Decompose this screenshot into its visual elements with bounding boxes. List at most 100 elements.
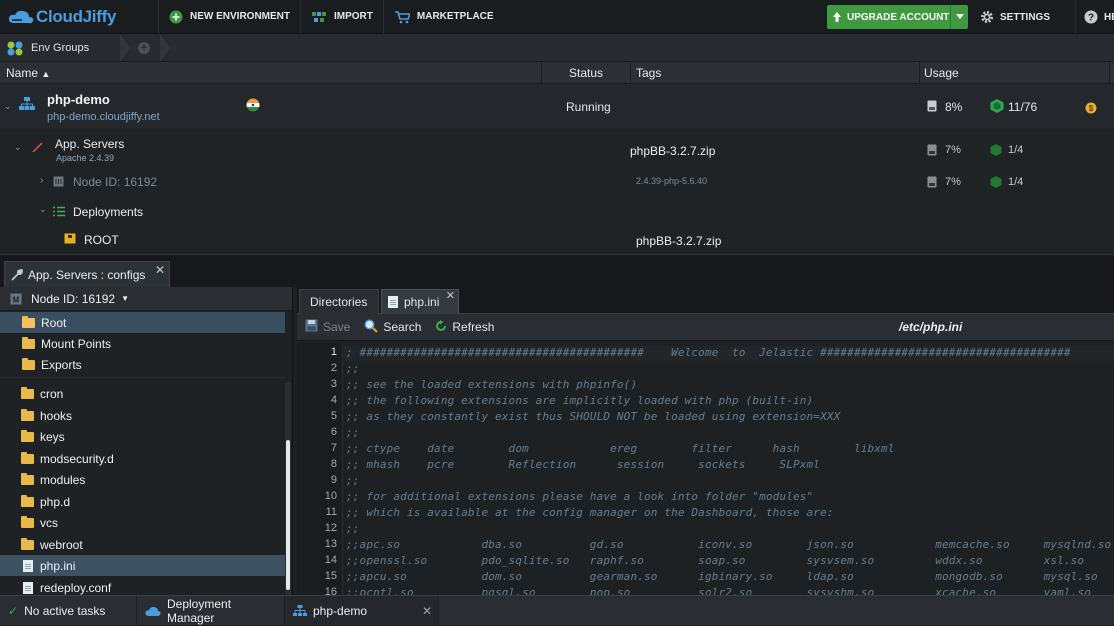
new-environment-button[interactable]: NEW ENVIRONMENT [158, 0, 300, 34]
tree-item-root[interactable]: Root [0, 312, 285, 333]
plus-circle-icon [169, 10, 183, 24]
tree-scrollbar[interactable] [285, 382, 291, 595]
tree-item-label: hooks [40, 408, 73, 423]
tree-item-webroot[interactable]: webroot [0, 534, 285, 555]
settings-button[interactable]: SETTINGS [980, 0, 1050, 34]
chevron-down-icon[interactable] [950, 5, 968, 29]
folder-icon [21, 537, 34, 550]
code-line[interactable]: ;; see the loaded extensions with phpinf… [346, 378, 637, 391]
app-servers-row[interactable]: ⌄ App. Servers Apache 2.4.39 phpBB-3.2.7… [0, 131, 1114, 164]
logo[interactable]: CloudJiffy [6, 7, 146, 27]
search-button[interactable]: Search [364, 319, 421, 336]
tab-app-servers-configs[interactable]: App. Servers : configs ✕ [4, 261, 170, 288]
tree-item-cron[interactable]: cron [0, 383, 285, 404]
code-editor[interactable]: 1 2 3 4 5 6 7 8 9 10 11 12 13 14 15 16 ; ##############… [297, 343, 1114, 595]
tree-item-vcs[interactable]: vcs [0, 512, 285, 533]
column-status[interactable]: Status [542, 62, 631, 84]
deployment-manager-label: Deployment Manager [167, 596, 232, 625]
tasks-status[interactable]: ✓ No active tasks [0, 595, 137, 626]
node-cloudlets: 1/4 [1008, 176, 1024, 188]
tree-item-modsecurity[interactable]: modsecurity.d [0, 448, 285, 469]
folder-icon [21, 386, 34, 399]
env-domain-link[interactable]: php-demo.cloudjiffy.net [47, 111, 160, 123]
node-icon: M [10, 293, 22, 305]
close-icon[interactable]: ✕ [446, 289, 455, 302]
tree-item-label: modules [40, 472, 86, 487]
tab-directories[interactable]: Directories [299, 289, 379, 314]
chevron-right-icon[interactable]: › [40, 175, 43, 186]
code-line[interactable]: ;;apcu.so dom.so gearman.so igbinary.so … [346, 570, 1098, 583]
tree-item-php-d[interactable]: php.d [0, 491, 285, 512]
tab-php-ini-label: php.ini [404, 295, 440, 309]
tree-item-hooks[interactable]: hooks [0, 405, 285, 426]
add-group-icon[interactable]: + [138, 41, 150, 54]
env-groups-button[interactable]: Env Groups [0, 34, 120, 62]
tree-item-modules[interactable]: modules [0, 469, 285, 490]
save-label: Save [323, 320, 351, 334]
svg-text:M: M [13, 295, 20, 304]
tree-item-mount-points[interactable]: Mount Points [0, 333, 285, 354]
code-line[interactable]: ;; the following extensions are implicit… [346, 394, 813, 407]
billing-icon[interactable]: $ [1084, 100, 1098, 117]
svg-text:$: $ [1089, 104, 1094, 113]
marketplace-button[interactable]: MARKETPLACE [382, 0, 504, 34]
code-line[interactable]: ;; [346, 426, 360, 439]
tree-item-label: Root [41, 315, 67, 330]
close-icon[interactable]: ✕ [422, 604, 432, 618]
root-deployment-row[interactable]: ROOT phpBB-3.2.7.zip [0, 228, 1114, 254]
column-name[interactable]: Name ▲ [0, 62, 542, 84]
node-row[interactable]: › Node ID: 16192 2.4.39-php-5.6.40 7% 1/… [0, 168, 1114, 197]
deployments-row[interactable]: ⌄ Deployments [0, 198, 1114, 226]
import-button[interactable]: IMPORT [300, 0, 383, 34]
code-line[interactable]: ;; which is available at the config mana… [346, 506, 834, 519]
tree-item-label: php.ini [40, 558, 76, 573]
column-tags[interactable]: Tags [631, 62, 920, 84]
save-button[interactable]: Save [305, 319, 350, 335]
env-taskbar-tab[interactable]: php-demo ✕ [285, 595, 439, 626]
chevron-down-icon[interactable]: ⌄ [39, 204, 47, 215]
tree-item-php-ini[interactable]: php.ini [0, 555, 285, 576]
help-button[interactable]: ? HEL [1075, 0, 1114, 34]
tree-item-keys[interactable]: keys [0, 426, 285, 447]
node-selector[interactable]: M Node ID: 16192 ▼ [0, 287, 292, 311]
column-usage[interactable]: Usage [920, 62, 1110, 84]
upgrade-account-button[interactable]: UPGRADE ACCOUNT [827, 5, 968, 29]
env-name[interactable]: php-demo [47, 92, 110, 107]
code-line[interactable]: ; ######################################… [346, 346, 1071, 359]
close-icon[interactable]: ✕ [155, 263, 165, 277]
tree-scrollbar-thumb[interactable] [286, 440, 290, 590]
folder-icon [21, 451, 34, 464]
tree-item-label: Mount Points [41, 336, 112, 351]
file-icon [23, 581, 33, 594]
disk-icon [927, 100, 937, 115]
line-number: 5 [330, 410, 337, 422]
chevron-down-icon[interactable]: ⌄ [14, 142, 22, 153]
code-line[interactable]: ;; [346, 362, 360, 375]
env-row-php-demo[interactable]: ⌄ php-demo php-demo.cloudjiffy.net Runni… [0, 84, 1114, 130]
code-line[interactable]: ;; as they constantly exist thus SHOULD … [346, 410, 840, 423]
search-label: Search [383, 320, 422, 334]
editor-panel: Directories php.ini ✕ Save Search Refres… [297, 287, 1114, 595]
refresh-icon [435, 319, 447, 335]
column-tags-label: Tags [636, 66, 662, 80]
code-line[interactable]: ;; ctype date dom ereg filter hash libxm… [346, 442, 895, 455]
code-line[interactable]: ;;pcntl.so pgsql.so pop.so solr2.so sysv… [346, 586, 1091, 595]
tree-item-exports[interactable]: Exports [0, 354, 285, 375]
refresh-button[interactable]: Refresh [435, 319, 494, 335]
deployment-manager-button[interactable]: Deployment Manager [137, 595, 285, 626]
line-number: 6 [330, 426, 337, 438]
code-line[interactable]: ;; [346, 474, 360, 487]
node-disk: 7% [945, 176, 961, 188]
cloudlet-icon [989, 143, 1003, 160]
code-line[interactable]: ;;openssl.so pdo_sqlite.so raphf.so soap… [346, 554, 1084, 567]
code-line[interactable]: ;; for additional extensions please have… [346, 490, 813, 503]
chevron-down-icon[interactable]: ⌄ [4, 101, 12, 112]
column-status-label: Status [568, 66, 604, 80]
code-line[interactable]: ;; [346, 522, 360, 535]
tab-php-ini[interactable]: php.ini ✕ [381, 289, 459, 314]
top-bar: CloudJiffy NEW ENVIRONMENT IMPORT MARKET… [0, 0, 1114, 34]
code-line[interactable]: ;;apc.so dba.so gd.so iconv.so json.so m… [346, 538, 1111, 551]
column-usage-label: Usage [924, 66, 959, 80]
code-line[interactable]: ;; mhash pcre Reflection session sockets… [346, 458, 820, 471]
root-tag: phpBB-3.2.7.zip [636, 234, 722, 248]
